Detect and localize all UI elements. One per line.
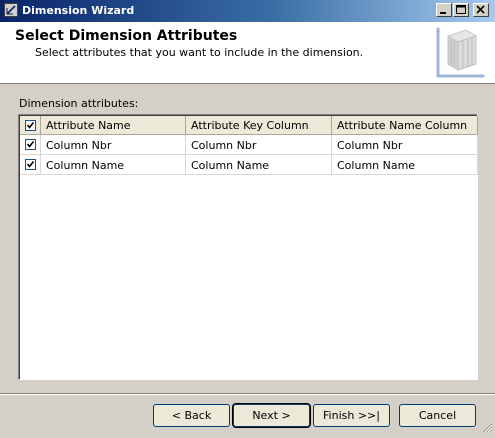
page-subtitle: Select attributes that you want to inclu… — [35, 46, 364, 59]
row-check-cell — [20, 135, 41, 155]
minimize-button[interactable] — [436, 3, 452, 17]
dimension-attributes-label: Dimension attributes: — [19, 97, 139, 110]
back-button[interactable]: < Back — [153, 404, 230, 427]
table-row[interactable]: Column Name Column Name Column Name — [20, 155, 478, 175]
attribute-name-column-cell[interactable]: Column Name — [332, 155, 478, 175]
page-title: Select Dimension Attributes — [15, 28, 238, 44]
select-all-checkbox[interactable] — [25, 120, 36, 131]
column-header-attribute-key-column[interactable]: Attribute Key Column — [186, 116, 332, 135]
checkmark-icon — [26, 161, 35, 168]
column-header-attribute-name-column[interactable]: Attribute Name Column — [332, 116, 478, 135]
attribute-name-cell[interactable]: Column Nbr — [41, 135, 186, 155]
attribute-name-cell[interactable]: Column Name — [41, 155, 186, 175]
row-checkbox[interactable] — [25, 159, 36, 170]
cancel-button[interactable]: Cancel — [399, 404, 476, 427]
maximize-button[interactable] — [453, 3, 469, 17]
title-bar[interactable]: Dimension Wizard — [0, 0, 495, 22]
column-header-attribute-name[interactable]: Attribute Name — [41, 116, 186, 135]
dimension-cube-icon — [430, 24, 486, 85]
window-title: Dimension Wizard — [22, 4, 135, 17]
minimize-icon — [440, 12, 446, 14]
row-check-cell — [20, 155, 41, 175]
wizard-header: Select Dimension Attributes Select attri… — [0, 22, 495, 84]
maximize-icon — [456, 5, 466, 14]
dimension-wizard-window: Dimension Wizard Select Dimension Attrib… — [0, 0, 495, 438]
resize-grip-icon[interactable] — [481, 421, 493, 436]
attribute-name-column-cell[interactable]: Column Nbr — [332, 135, 478, 155]
attribute-key-column-cell[interactable]: Column Nbr — [186, 135, 332, 155]
table-row[interactable]: Column Nbr Column Nbr Column Nbr — [20, 135, 478, 155]
checkmark-icon — [26, 141, 35, 148]
row-checkbox[interactable] — [25, 139, 36, 150]
checkmark-icon — [26, 122, 35, 129]
footer-divider — [0, 393, 495, 395]
next-button[interactable]: Next > — [232, 403, 311, 428]
wizard-icon — [4, 3, 18, 17]
grid-header-row: Attribute Name Attribute Key Column Attr… — [20, 116, 478, 135]
attributes-grid-body: Attribute Name Attribute Key Column Attr… — [19, 115, 478, 379]
close-button[interactable] — [473, 3, 489, 17]
attribute-key-column-cell[interactable]: Column Name — [186, 155, 332, 175]
attributes-grid[interactable]: Attribute Name Attribute Key Column Attr… — [18, 114, 478, 380]
finish-button[interactable]: Finish >>| — [313, 404, 390, 427]
select-all-header — [20, 116, 41, 135]
close-icon — [476, 5, 485, 14]
